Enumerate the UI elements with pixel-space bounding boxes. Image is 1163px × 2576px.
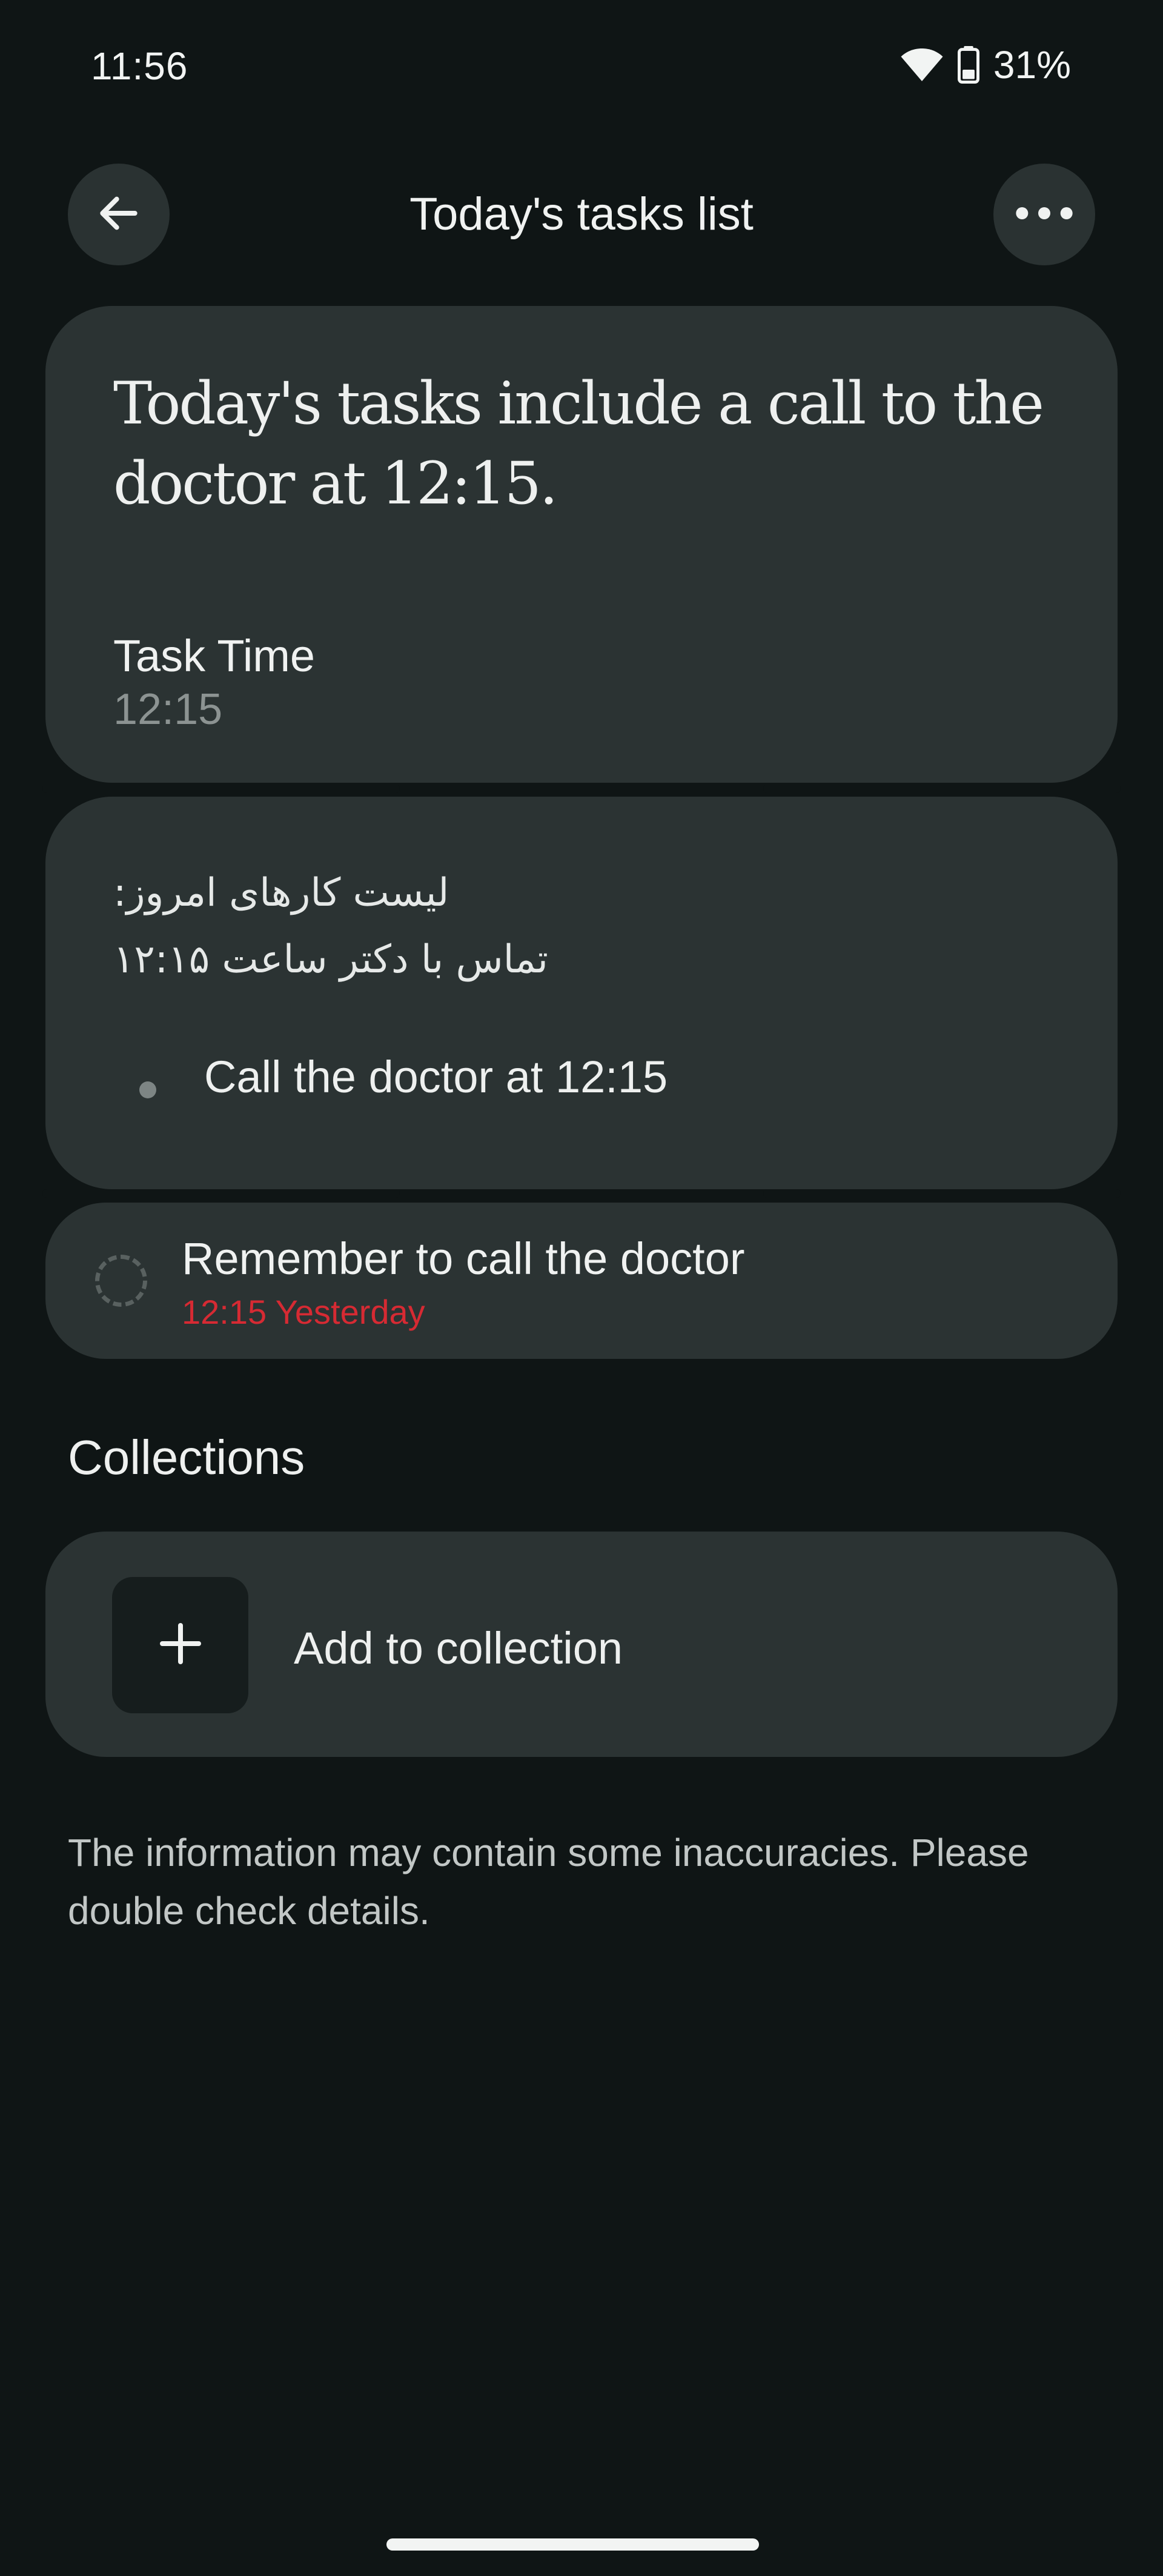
add-to-collection-label: Add to collection bbox=[294, 1623, 623, 1673]
summary-card: Today's tasks include a call to the doct… bbox=[45, 306, 1118, 783]
card-divider bbox=[763, 1189, 1121, 1198]
reminder-title: Remember to call the doctor bbox=[182, 1233, 745, 1284]
add-to-collection-button[interactable]: Add to collection bbox=[45, 1532, 1118, 1757]
card-divider bbox=[763, 785, 1121, 793]
card-divider bbox=[42, 785, 400, 793]
collections-heading: Collections bbox=[68, 1430, 305, 1484]
task-time-value: 12:15 bbox=[113, 685, 223, 734]
summary-text: Today's tasks include a call to the doct… bbox=[113, 370, 1044, 517]
more-options-button[interactable] bbox=[993, 164, 1095, 265]
battery-icon bbox=[957, 46, 980, 84]
add-tile bbox=[112, 1577, 248, 1713]
reminder-due-time: 12:15 Yesterday bbox=[182, 1293, 425, 1331]
status-icons: 31% bbox=[900, 42, 1071, 87]
reminder-checkbox[interactable] bbox=[95, 1255, 147, 1307]
status-time: 11:56 bbox=[91, 44, 188, 88]
reminder-card[interactable]: Remember to call the doctor 12:15 Yester… bbox=[45, 1203, 1118, 1359]
card-divider bbox=[42, 1189, 400, 1198]
battery-percentage: 31% bbox=[993, 43, 1071, 87]
task-time-label: Task Time bbox=[113, 631, 316, 681]
details-card: لیست کارهای امروز: تماس با دکتر ساعت ۱۲:… bbox=[45, 797, 1118, 1189]
bullet-dot bbox=[139, 1081, 156, 1098]
persian-heading: لیست کارهای امروز: bbox=[113, 871, 449, 915]
disclaimer-text: The information may contain some inaccur… bbox=[68, 1831, 1029, 1933]
home-indicator[interactable] bbox=[386, 2538, 759, 2551]
persian-task-line: تماس با دکتر ساعت ۱۲:۱۵ bbox=[113, 937, 548, 982]
page-title: Today's tasks list bbox=[409, 188, 754, 240]
wifi-icon bbox=[900, 47, 944, 83]
screen: 11:56 31% Today's tasks list Today's tas… bbox=[0, 0, 1163, 2576]
plus-icon bbox=[156, 1619, 205, 1671]
bullet-item: Call the doctor at 12:15 bbox=[204, 1052, 668, 1102]
more-horizontal-icon bbox=[1014, 204, 1075, 225]
